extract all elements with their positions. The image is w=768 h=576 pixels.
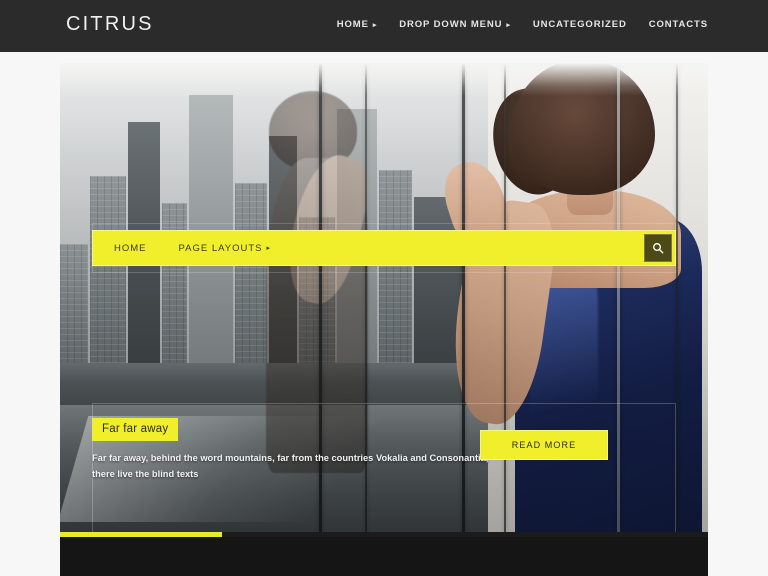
nav-item-drop-down-menu-label: DROP DOWN MENU [399,19,503,30]
nav-item-uncategorized-label: UNCATEGORIZED [532,19,627,30]
page-margin-left [0,52,60,576]
chevron-right-icon: ▸ [372,21,378,29]
page-margin-right [708,52,768,576]
site-logo[interactable]: CITRUS [66,13,154,36]
secondary-nav-search-bar[interactable]: HOME PAGE LAYOUTS ▸ [92,230,676,266]
secondary-nav-item-page-layouts-label: PAGE LAYOUTS [178,242,263,254]
chevron-right-icon: ▸ [266,245,271,252]
nav-item-drop-down-menu[interactable]: DROP DOWN MENU ▸ [399,19,511,30]
search-icon [652,242,664,254]
hero-caption-title: Far far away [92,418,179,441]
site-header: CITRUS HOME ▸ DROP DOWN MENU ▸ UNCATEGOR… [0,0,768,52]
main-navigation: HOME ▸ DROP DOWN MENU ▸ UNCATEGORIZED CO… [337,19,708,30]
hero-top-fade [60,63,708,96]
footer-bar [60,537,708,576]
read-more-button[interactable]: READ MORE [480,430,608,460]
hero-caption-text: Far far away, behind the word mountains,… [92,453,489,480]
secondary-nav-links: HOME PAGE LAYOUTS ▸ [92,243,271,254]
secondary-nav-item-home-label: HOME [114,242,147,254]
secondary-nav-item-page-layouts[interactable]: PAGE LAYOUTS ▸ [179,243,272,254]
chevron-right-icon: ▸ [506,21,511,29]
secondary-nav-item-home[interactable]: HOME [114,243,151,254]
hero-caption: Far far away Far far away, behind the wo… [92,418,608,483]
nav-item-uncategorized[interactable]: UNCATEGORIZED [533,19,627,30]
nav-item-home-label: HOME [336,19,369,30]
nav-item-contacts[interactable]: CONTACTS [649,19,708,30]
search-button[interactable] [644,234,672,262]
nav-item-contacts-label: CONTACTS [648,19,708,30]
nav-item-home[interactable]: HOME ▸ [337,19,378,30]
hero-slider[interactable]: HOME PAGE LAYOUTS ▸ Far far away Far far… [60,63,708,532]
page-root: HOME PAGE LAYOUTS ▸ Far far away Far far… [0,0,768,576]
